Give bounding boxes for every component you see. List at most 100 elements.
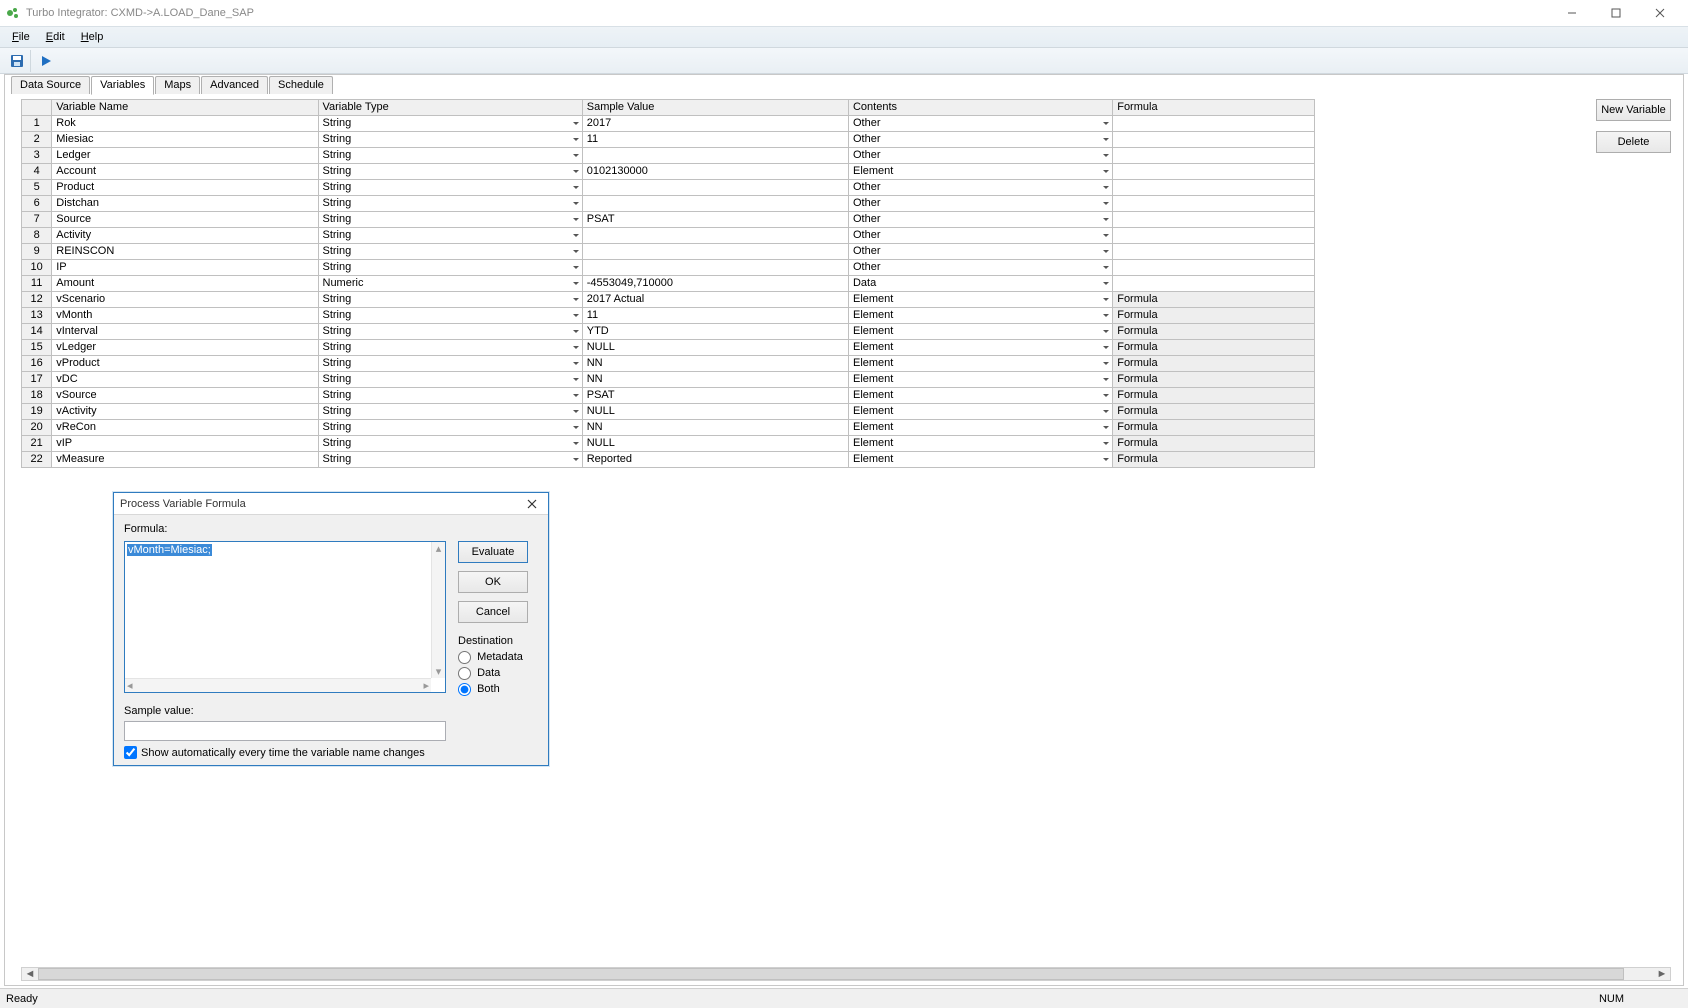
row-number[interactable]: 14: [22, 324, 52, 340]
chevron-down-icon[interactable]: [1100, 164, 1112, 179]
variable-name-cell[interactable]: vProduct: [52, 356, 318, 372]
contents-cell[interactable]: Other: [848, 180, 1112, 196]
variable-type-cell[interactable]: String: [318, 180, 582, 196]
chevron-down-icon[interactable]: [570, 228, 582, 243]
variable-type-cell[interactable]: String: [318, 452, 582, 468]
table-row[interactable]: 6DistchanStringOther: [22, 196, 1315, 212]
chevron-down-icon[interactable]: [1100, 276, 1112, 291]
sample-value-cell[interactable]: NULL: [582, 340, 848, 356]
sample-value-cell[interactable]: NN: [582, 356, 848, 372]
sample-value-cell[interactable]: NULL: [582, 404, 848, 420]
sample-value-cell[interactable]: 2017 Actual: [582, 292, 848, 308]
row-number[interactable]: 8: [22, 228, 52, 244]
table-row[interactable]: 20vReConStringNNElementFormula: [22, 420, 1315, 436]
sample-value-cell[interactable]: 0102130000: [582, 164, 848, 180]
variable-name-cell[interactable]: vDC: [52, 372, 318, 388]
variable-name-cell[interactable]: Amount: [52, 276, 318, 292]
chevron-down-icon[interactable]: [1100, 452, 1112, 467]
sample-value-cell[interactable]: [582, 180, 848, 196]
row-number[interactable]: 5: [22, 180, 52, 196]
table-row[interactable]: 3LedgerStringOther: [22, 148, 1315, 164]
table-row[interactable]: 1RokString2017Other: [22, 116, 1315, 132]
contents-cell[interactable]: Other: [848, 228, 1112, 244]
variable-name-cell[interactable]: vInterval: [52, 324, 318, 340]
chevron-down-icon[interactable]: [1100, 388, 1112, 403]
variable-name-cell[interactable]: Product: [52, 180, 318, 196]
menu-edit[interactable]: Edit: [38, 29, 73, 45]
variable-type-cell[interactable]: String: [318, 228, 582, 244]
menu-file[interactable]: File: [4, 29, 38, 45]
contents-cell[interactable]: Element: [848, 372, 1112, 388]
chevron-down-icon[interactable]: [570, 356, 582, 371]
variable-name-cell[interactable]: Source: [52, 212, 318, 228]
variable-type-cell[interactable]: String: [318, 308, 582, 324]
row-number[interactable]: 21: [22, 436, 52, 452]
horizontal-scrollbar[interactable]: ◄ ►: [21, 967, 1671, 981]
table-row[interactable]: 14vIntervalStringYTDElementFormula: [22, 324, 1315, 340]
ok-button[interactable]: OK: [458, 571, 528, 593]
variables-grid[interactable]: Variable Name Variable Type Sample Value…: [21, 99, 1315, 468]
chevron-down-icon[interactable]: [570, 260, 582, 275]
row-number[interactable]: 20: [22, 420, 52, 436]
chevron-down-icon[interactable]: [570, 196, 582, 211]
chevron-down-icon[interactable]: [1100, 308, 1112, 323]
variable-name-cell[interactable]: Miesiac: [52, 132, 318, 148]
table-row[interactable]: 19vActivityStringNULLElementFormula: [22, 404, 1315, 420]
variable-name-cell[interactable]: vActivity: [52, 404, 318, 420]
sample-value-cell[interactable]: 11: [582, 308, 848, 324]
variable-type-cell[interactable]: Numeric: [318, 276, 582, 292]
chevron-down-icon[interactable]: [570, 244, 582, 259]
variable-name-cell[interactable]: vMonth: [52, 308, 318, 324]
contents-cell[interactable]: Element: [848, 420, 1112, 436]
sample-value-cell[interactable]: YTD: [582, 324, 848, 340]
menu-help[interactable]: Help: [73, 29, 112, 45]
table-row[interactable]: 10IPStringOther: [22, 260, 1315, 276]
chevron-down-icon[interactable]: [570, 404, 582, 419]
scroll-left-icon[interactable]: ◄: [22, 968, 38, 980]
variable-type-cell[interactable]: String: [318, 372, 582, 388]
contents-cell[interactable]: Element: [848, 308, 1112, 324]
formula-cell[interactable]: Formula: [1113, 324, 1315, 340]
chevron-down-icon[interactable]: [570, 276, 582, 291]
contents-cell[interactable]: Element: [848, 404, 1112, 420]
formula-cell[interactable]: Formula: [1113, 308, 1315, 324]
col-header-contents[interactable]: Contents: [848, 100, 1112, 116]
chevron-down-icon[interactable]: [1100, 148, 1112, 163]
table-row[interactable]: 11AmountNumeric-4553049,710000Data: [22, 276, 1315, 292]
sample-value-cell[interactable]: [582, 260, 848, 276]
variable-name-cell[interactable]: vMeasure: [52, 452, 318, 468]
sample-value-cell[interactable]: NULL: [582, 436, 848, 452]
col-header-formula[interactable]: Formula: [1113, 100, 1315, 116]
contents-cell[interactable]: Element: [848, 356, 1112, 372]
dialog-title-bar[interactable]: Process Variable Formula: [114, 493, 548, 515]
evaluate-button[interactable]: Evaluate: [458, 541, 528, 563]
row-number[interactable]: 18: [22, 388, 52, 404]
formula-cell[interactable]: Formula: [1113, 356, 1315, 372]
table-row[interactable]: 21vIPStringNULLElementFormula: [22, 436, 1315, 452]
formula-cell[interactable]: Formula: [1113, 420, 1315, 436]
table-row[interactable]: 18vSourceStringPSATElementFormula: [22, 388, 1315, 404]
dest-both-radio[interactable]: Both: [458, 681, 538, 697]
col-header-name[interactable]: Variable Name: [52, 100, 318, 116]
chevron-down-icon[interactable]: [570, 388, 582, 403]
contents-cell[interactable]: Element: [848, 388, 1112, 404]
sample-value-cell[interactable]: 2017: [582, 116, 848, 132]
formula-textarea[interactable]: vMonth=Miesiac; ▴▾ ◂▸: [124, 541, 446, 693]
chevron-down-icon[interactable]: [1100, 212, 1112, 227]
chevron-down-icon[interactable]: [570, 148, 582, 163]
variable-type-cell[interactable]: String: [318, 164, 582, 180]
tab-data-source[interactable]: Data Source: [11, 76, 90, 94]
tab-schedule[interactable]: Schedule: [269, 76, 333, 94]
contents-cell[interactable]: Other: [848, 212, 1112, 228]
variable-name-cell[interactable]: vSource: [52, 388, 318, 404]
table-row[interactable]: 9REINSCONStringOther: [22, 244, 1315, 260]
sample-value-input[interactable]: [124, 721, 446, 741]
chevron-down-icon[interactable]: [1100, 228, 1112, 243]
variable-name-cell[interactable]: IP: [52, 260, 318, 276]
variable-type-cell[interactable]: String: [318, 244, 582, 260]
chevron-down-icon[interactable]: [1100, 116, 1112, 131]
chevron-down-icon[interactable]: [1100, 404, 1112, 419]
variable-name-cell[interactable]: Ledger: [52, 148, 318, 164]
table-row[interactable]: 5ProductString Other: [22, 180, 1315, 196]
chevron-down-icon[interactable]: [1100, 372, 1112, 387]
